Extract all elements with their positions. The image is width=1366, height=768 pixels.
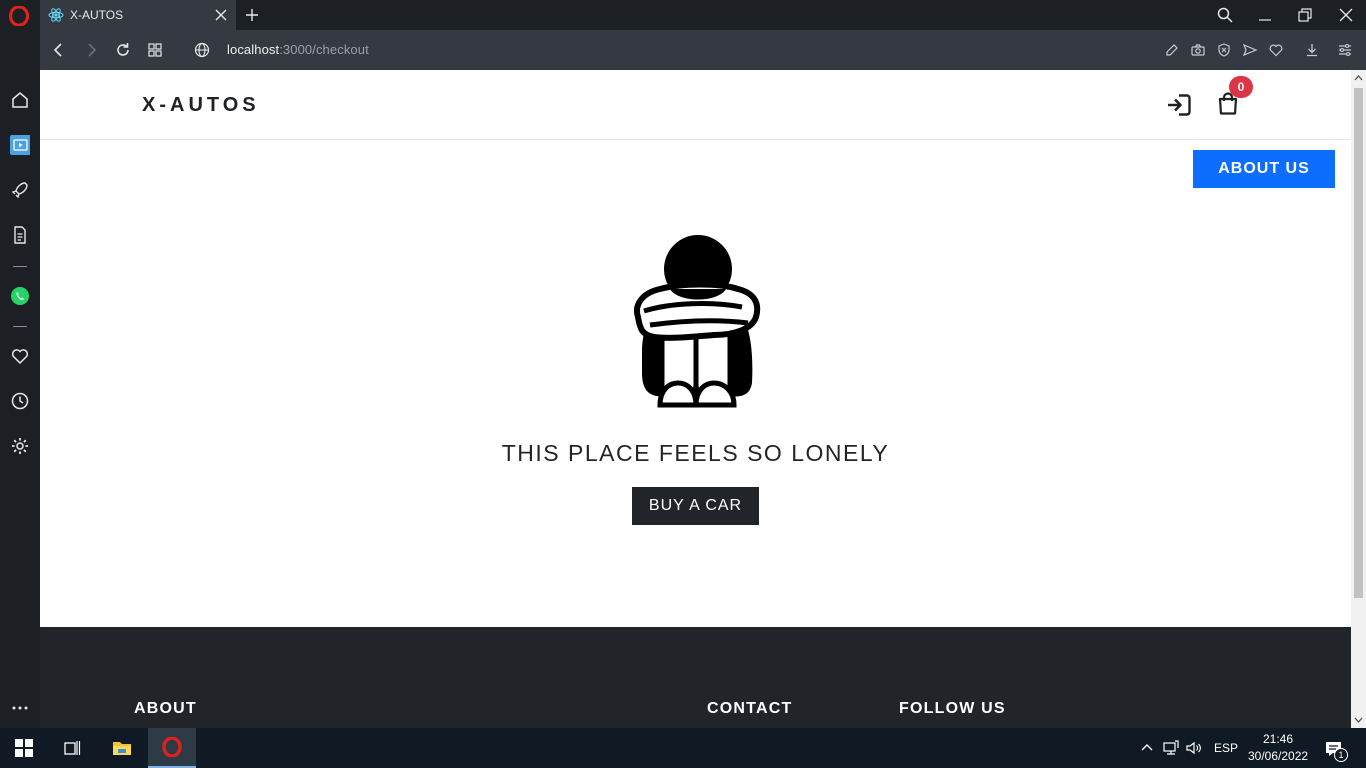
restore-window-icon[interactable]	[1296, 6, 1314, 24]
footer-follow-heading: FOLLOW US	[899, 700, 1006, 717]
volume-icon[interactable]	[1185, 739, 1203, 757]
windows-taskbar: ESP 21:46 30/06/2022 1	[0, 728, 1366, 768]
browser-tab-strip: X-AUTOS	[0, 0, 1366, 30]
page-viewport: X-AUTOS 0 ABOUT US THIS PLACE FEELS SO L…	[40, 70, 1351, 728]
home-icon[interactable]	[10, 90, 30, 110]
download-icon[interactable]	[1304, 42, 1320, 58]
close-window-icon[interactable]	[1337, 6, 1355, 24]
easy-setup-icon[interactable]	[1337, 42, 1353, 58]
opera-taskbar-icon	[162, 737, 182, 757]
new-tab-icon[interactable]	[244, 7, 260, 23]
scroll-down-arrow-icon[interactable]	[1354, 716, 1363, 724]
edit-icon[interactable]	[1164, 42, 1180, 58]
empty-cart-message: THIS PLACE FEELS SO LONELY	[501, 440, 890, 466]
notes-icon[interactable]	[10, 225, 30, 245]
buy-a-car-button[interactable]: BUY A CAR	[632, 487, 759, 525]
send-icon[interactable]	[1242, 42, 1258, 58]
adblock-shield-icon[interactable]	[1216, 42, 1232, 58]
browser-sidebar	[0, 30, 40, 728]
url-field[interactable]: localhost:3000/checkout	[227, 42, 369, 57]
show-hidden-icons-chevron-icon[interactable]	[1139, 740, 1155, 756]
taskbar-opera-button[interactable]	[148, 728, 196, 768]
clock-time[interactable]: 21:46	[1263, 732, 1293, 746]
input-language[interactable]: ESP	[1214, 741, 1238, 755]
sidebar-divider	[13, 266, 27, 267]
task-view-icon[interactable]	[62, 738, 82, 758]
page-scrollbar[interactable]	[1351, 70, 1366, 728]
close-tab-icon[interactable]	[214, 8, 228, 22]
browser-address-bar: localhost:3000/checkout	[40, 30, 1366, 70]
more-options-icon[interactable]	[10, 698, 30, 718]
back-icon[interactable]	[50, 41, 68, 59]
footer-about-heading: ABOUT	[134, 700, 197, 717]
site-footer: ABOUT CONTACT FOLLOW US	[40, 627, 1351, 728]
video-player-icon[interactable]	[10, 135, 30, 155]
sidebar-divider	[13, 326, 27, 327]
settings-gear-icon[interactable]	[10, 436, 30, 456]
scrollbar-thumb[interactable]	[1354, 88, 1363, 598]
site-brand-logo[interactable]: X-AUTOS	[142, 94, 260, 117]
about-us-button[interactable]: ABOUT US	[1193, 150, 1335, 188]
file-explorer-icon[interactable]	[112, 738, 132, 758]
scroll-up-arrow-icon[interactable]	[1354, 74, 1363, 82]
forward-icon[interactable]	[82, 41, 100, 59]
notification-count-badge: 1	[1334, 748, 1348, 762]
browser-tab-active[interactable]: X-AUTOS	[40, 0, 236, 30]
react-favicon-icon	[48, 8, 64, 22]
windows-start-icon[interactable]	[14, 738, 34, 758]
bookmark-heart-icon[interactable]	[1268, 42, 1284, 58]
clock-date[interactable]: 30/06/2022	[1248, 749, 1308, 763]
cart-count-badge: 0	[1229, 76, 1253, 98]
search-tabs-icon[interactable]	[1216, 6, 1234, 24]
rocket-icon[interactable]	[10, 180, 30, 200]
favorites-heart-icon[interactable]	[10, 346, 30, 366]
tab-title: X-AUTOS	[70, 8, 124, 22]
network-icon[interactable]	[1162, 739, 1180, 757]
footer-contact-heading: CONTACT	[707, 700, 793, 717]
lonely-person-illustration	[634, 235, 761, 408]
camera-icon[interactable]	[1190, 42, 1206, 58]
tab-grid-icon[interactable]	[146, 41, 164, 59]
sign-in-icon[interactable]	[1166, 93, 1192, 117]
reload-icon[interactable]	[114, 41, 132, 59]
opera-menu-icon[interactable]	[9, 6, 29, 26]
whatsapp-icon[interactable]	[10, 286, 30, 306]
url-path: :3000/checkout	[279, 42, 369, 57]
globe-icon[interactable]	[193, 41, 211, 59]
minimize-window-icon[interactable]	[1256, 6, 1274, 24]
site-header: X-AUTOS 0	[40, 70, 1351, 140]
history-clock-icon[interactable]	[10, 391, 30, 411]
url-host: localhost	[227, 42, 280, 57]
